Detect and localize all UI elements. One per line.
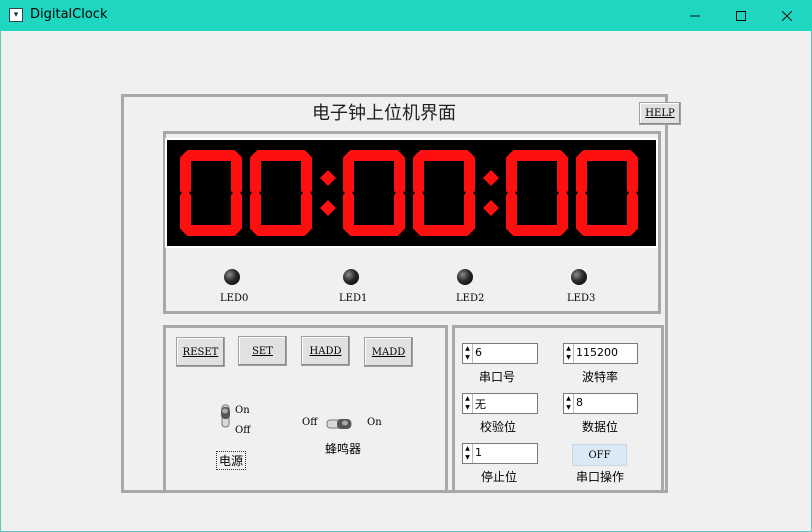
port-caption: 串口号 [479,370,516,384]
led1-label: LED1 [339,293,368,304]
buzzer-toggle-switch[interactable] [325,417,353,431]
led1-indicator [343,269,359,285]
buzzer-off-label: Off [302,417,318,428]
led3-label: LED3 [567,293,596,304]
minimize-icon [690,15,700,16]
spin-arrows-icon[interactable]: ▲ ▼ [463,444,473,463]
maximize-icon [736,10,746,21]
close-button[interactable] [764,0,810,31]
buzzer-caption: 蜂鸣器 [325,442,362,456]
help-button[interactable]: HELP [639,102,681,125]
port-spinbox[interactable]: ▲ ▼ 6 [462,343,538,364]
serial-toggle-button[interactable]: OFF [572,444,627,466]
madd-button[interactable]: MADD [364,337,413,367]
hadd-button[interactable]: HADD [301,336,350,366]
databits-value: 8 [576,396,583,409]
power-caption: 电源 [216,451,247,470]
stopbits-spinbox[interactable]: ▲ ▼ 1 [462,443,538,464]
led0-label: LED0 [220,293,249,304]
baud-value: 115200 [576,346,618,359]
window-title: DigitalClock [30,7,108,22]
spin-arrows-icon[interactable]: ▲ ▼ [463,344,473,363]
baud-spinbox[interactable]: ▲ ▼ 115200 [563,343,638,364]
title-bar: ▾ DigitalClock [0,0,812,31]
power-on-label: On [235,405,250,416]
spin-arrows-icon[interactable]: ▲ ▼ [564,344,574,363]
spin-arrows-icon[interactable]: ▲ ▼ [564,394,574,413]
clock-colon-1-dot-1 [483,200,499,216]
clock-colon-1-dot-0 [483,170,499,186]
led2-indicator [457,269,473,285]
set-button[interactable]: SET [238,336,287,366]
minimize-button[interactable] [672,0,718,31]
spin-arrows-icon[interactable]: ▲ ▼ [463,394,473,413]
reset-button[interactable]: RESET [176,337,225,367]
parity-caption: 校验位 [480,420,517,434]
clock-digit-4-segment-f [506,152,517,197]
clock-colon-0-dot-1 [320,200,336,216]
power-off-label: Off [235,425,251,436]
clock-digit-1-segment-f [250,152,261,197]
clock-digit-2-segment-f [343,152,354,197]
clock-digit-3-segment-f [413,152,424,197]
app-icon: ▾ [9,8,23,22]
serial-operation-caption: 串口操作 [576,470,625,484]
page-title: 电子钟上位机界面 [312,103,456,124]
databits-caption: 数据位 [582,420,619,434]
port-value: 6 [475,346,482,359]
stopbits-value: 1 [475,446,482,459]
power-toggle-switch[interactable] [219,403,233,429]
databits-spinbox[interactable]: ▲ ▼ 8 [563,393,638,414]
parity-value: 无 [475,398,486,411]
parity-spinbox[interactable]: ▲ ▼ 无 [462,393,538,414]
clock-digit-0-segment-f [180,152,191,197]
led2-label: LED2 [456,293,485,304]
stopbits-caption: 停止位 [481,470,518,484]
buzzer-on-label: On [367,417,382,428]
clock-display [165,138,658,248]
led0-indicator [224,269,240,285]
seven-segment-clock [180,150,638,236]
clock-digit-5-segment-f [576,152,587,197]
maximize-button[interactable] [718,0,764,31]
close-icon [782,10,792,21]
baud-caption: 波特率 [582,370,619,384]
clock-colon-0-dot-0 [320,170,336,186]
led3-indicator [571,269,587,285]
